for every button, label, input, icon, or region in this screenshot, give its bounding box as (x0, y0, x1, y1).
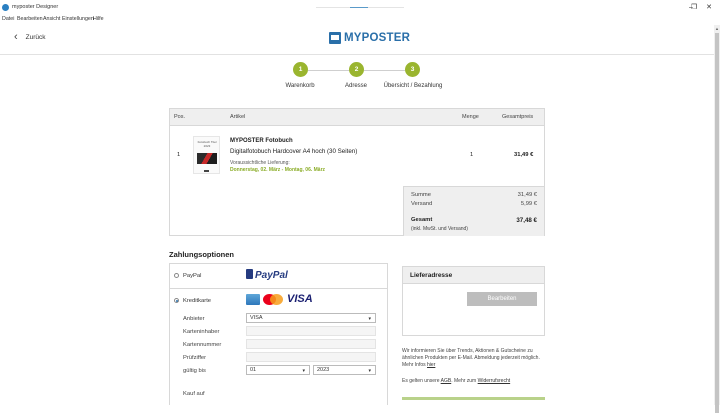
payment-options: PayPal PayPal Kreditkarte VISA Anbieter … (169, 263, 388, 405)
caret-down-icon: ▾ (302, 368, 305, 374)
newsletter-info-link[interactable]: hier (427, 362, 435, 368)
number-label: Kartennummer (183, 342, 222, 348)
scrollbar-thumb[interactable] (715, 33, 719, 413)
logo-text: MYPOSTER (344, 32, 411, 44)
row-qty: 1 (470, 152, 474, 158)
order-button-edge[interactable] (402, 397, 545, 400)
back-button[interactable]: ‹ Zurück (14, 31, 46, 43)
caret-down-icon: ▾ (368, 316, 371, 322)
back-label: Zurück (25, 33, 46, 41)
thumbnail-tag (204, 170, 209, 172)
row-pos: 1 (177, 152, 181, 158)
col-pos: Pos. (174, 114, 186, 120)
close-button[interactable]: ✕ (704, 4, 714, 12)
step-1-label: Warenkorb (285, 83, 315, 89)
window-title: myposter Designer (12, 4, 59, 10)
product-thumbnail: Fotobuch Titel 2023 (193, 136, 220, 174)
visa-logo: VISA (287, 293, 313, 305)
delivery-date: Donnerstag, 02. März - Montag, 06. März (230, 167, 326, 173)
shipping-label: Versand (411, 201, 433, 207)
provider-label: Anbieter (183, 316, 205, 322)
thumbnail-image (197, 153, 217, 164)
menu-bearbeiten[interactable]: Bearbeiten (17, 16, 43, 22)
payment-option-paypal[interactable]: PayPal PayPal (170, 264, 387, 289)
sum-value: 31,49 € (517, 192, 537, 198)
holder-label: Karteninhaber (183, 329, 220, 335)
payment-section-title: Zahlungsoptionen (169, 250, 234, 259)
mastercard-icon-overlap (270, 294, 283, 305)
step-3-circle: 3 (405, 62, 420, 77)
total-label: Gesamt (411, 217, 433, 223)
paypal-label: PayPal (183, 273, 202, 279)
step-2-label: Adresse (344, 83, 367, 89)
valid-label: gültig bis (183, 368, 206, 374)
card-holder-input[interactable] (246, 326, 376, 336)
newsletter-note: Wir informieren Sie über Trends, Aktione… (402, 348, 540, 368)
caret-down-icon: ▾ (368, 368, 371, 374)
tab-strip-active (350, 7, 368, 8)
menu-einstellungen[interactable]: Einstellungen (62, 16, 94, 22)
creditcard-radio[interactable] (174, 298, 179, 303)
scroll-up-icon[interactable]: ▲ (715, 26, 719, 31)
cvc-input[interactable] (246, 352, 376, 362)
withdrawal-link[interactable]: Widerrufsrecht (478, 378, 511, 384)
page-header: ‹ Zurück MYPOSTER (0, 25, 714, 55)
step-connector (364, 70, 405, 71)
delivery-label: Voraussichtliche Lieferung: (230, 160, 290, 166)
paypal-p-icon (246, 269, 253, 279)
provider-select[interactable]: VISA ▾ (246, 313, 376, 323)
delivery-header: Lieferadresse (403, 267, 544, 284)
page-scrollbar[interactable]: ▲ (714, 25, 720, 413)
terms-note: Es gelten unsere AGB. Mehr zum Widerrufs… (402, 378, 511, 384)
total-value: 37,48 € (516, 217, 537, 224)
maximize-button[interactable]: ❐ (689, 4, 699, 12)
order-summary: Summe 31,49 € Versand 5,99 € Gesamt 37,4… (403, 186, 544, 236)
menu-hilfe[interactable]: Hilfe (93, 16, 104, 22)
total-note: (inkl. MwSt. und Versand) (411, 226, 468, 232)
step-3-label: Übersicht / Bezahlung (383, 83, 443, 89)
payment-option-creditcard: Kreditkarte VISA Anbieter VISA ▾ Karteni… (170, 289, 387, 406)
agb-link[interactable]: AGB (441, 378, 452, 384)
app-icon (2, 4, 9, 11)
window-titlebar: myposter Designer – ❐ ✕ (0, 0, 720, 16)
shipping-value: 5,99 € (520, 201, 537, 207)
card-number-input[interactable] (246, 339, 376, 349)
myposter-logo: MYPOSTER (329, 32, 410, 44)
product-description: Digitalfotobuch Hardcover A4 hoch (30 Se… (230, 148, 358, 155)
paypal-radio[interactable] (174, 273, 179, 278)
step-1-circle: 1 (293, 62, 308, 77)
delivery-title: Lieferadresse (410, 272, 453, 279)
cart-table: Pos. Artikel Menge Gesamtpreis 1 Fotobuc… (169, 108, 545, 236)
product-name: MYPOSTER Fotobuch (230, 138, 293, 144)
menu-datei[interactable]: Datei (2, 16, 14, 22)
expiry-month-select[interactable]: 01 ▾ (246, 365, 310, 375)
step-2-circle: 2 (349, 62, 364, 77)
sum-label: Summe (411, 192, 431, 198)
thumbnail-title: Fotobuch Titel 2023 (197, 140, 217, 148)
delivery-address-box: Lieferadresse Bearbeiten (402, 266, 545, 336)
creditcard-label: Kreditkarte (183, 298, 212, 304)
purchase-on-account-label: Kauf auf (183, 391, 205, 397)
paypal-logo: PayPal (246, 269, 288, 281)
row-price: 31,49 € (514, 152, 534, 158)
logo-mark-icon (329, 32, 341, 44)
amex-icon (246, 294, 260, 305)
step-connector (308, 70, 349, 71)
menubar: Datei Bearbeiten Ansicht Einstellungen H… (0, 15, 720, 24)
col-qty: Menge (462, 114, 479, 120)
expiry-year-select[interactable]: 2023 ▾ (313, 365, 376, 375)
edit-address-button[interactable]: Bearbeiten (467, 292, 537, 306)
col-total: Gesamtpreis (502, 114, 534, 120)
col-article: Artikel (230, 114, 246, 120)
table-header: Pos. Artikel Menge Gesamtpreis (170, 109, 544, 126)
cvc-label: Prüfziffer (183, 355, 207, 361)
menu-ansicht[interactable]: Ansicht (43, 16, 60, 22)
chevron-left-icon: ‹ (14, 31, 18, 43)
